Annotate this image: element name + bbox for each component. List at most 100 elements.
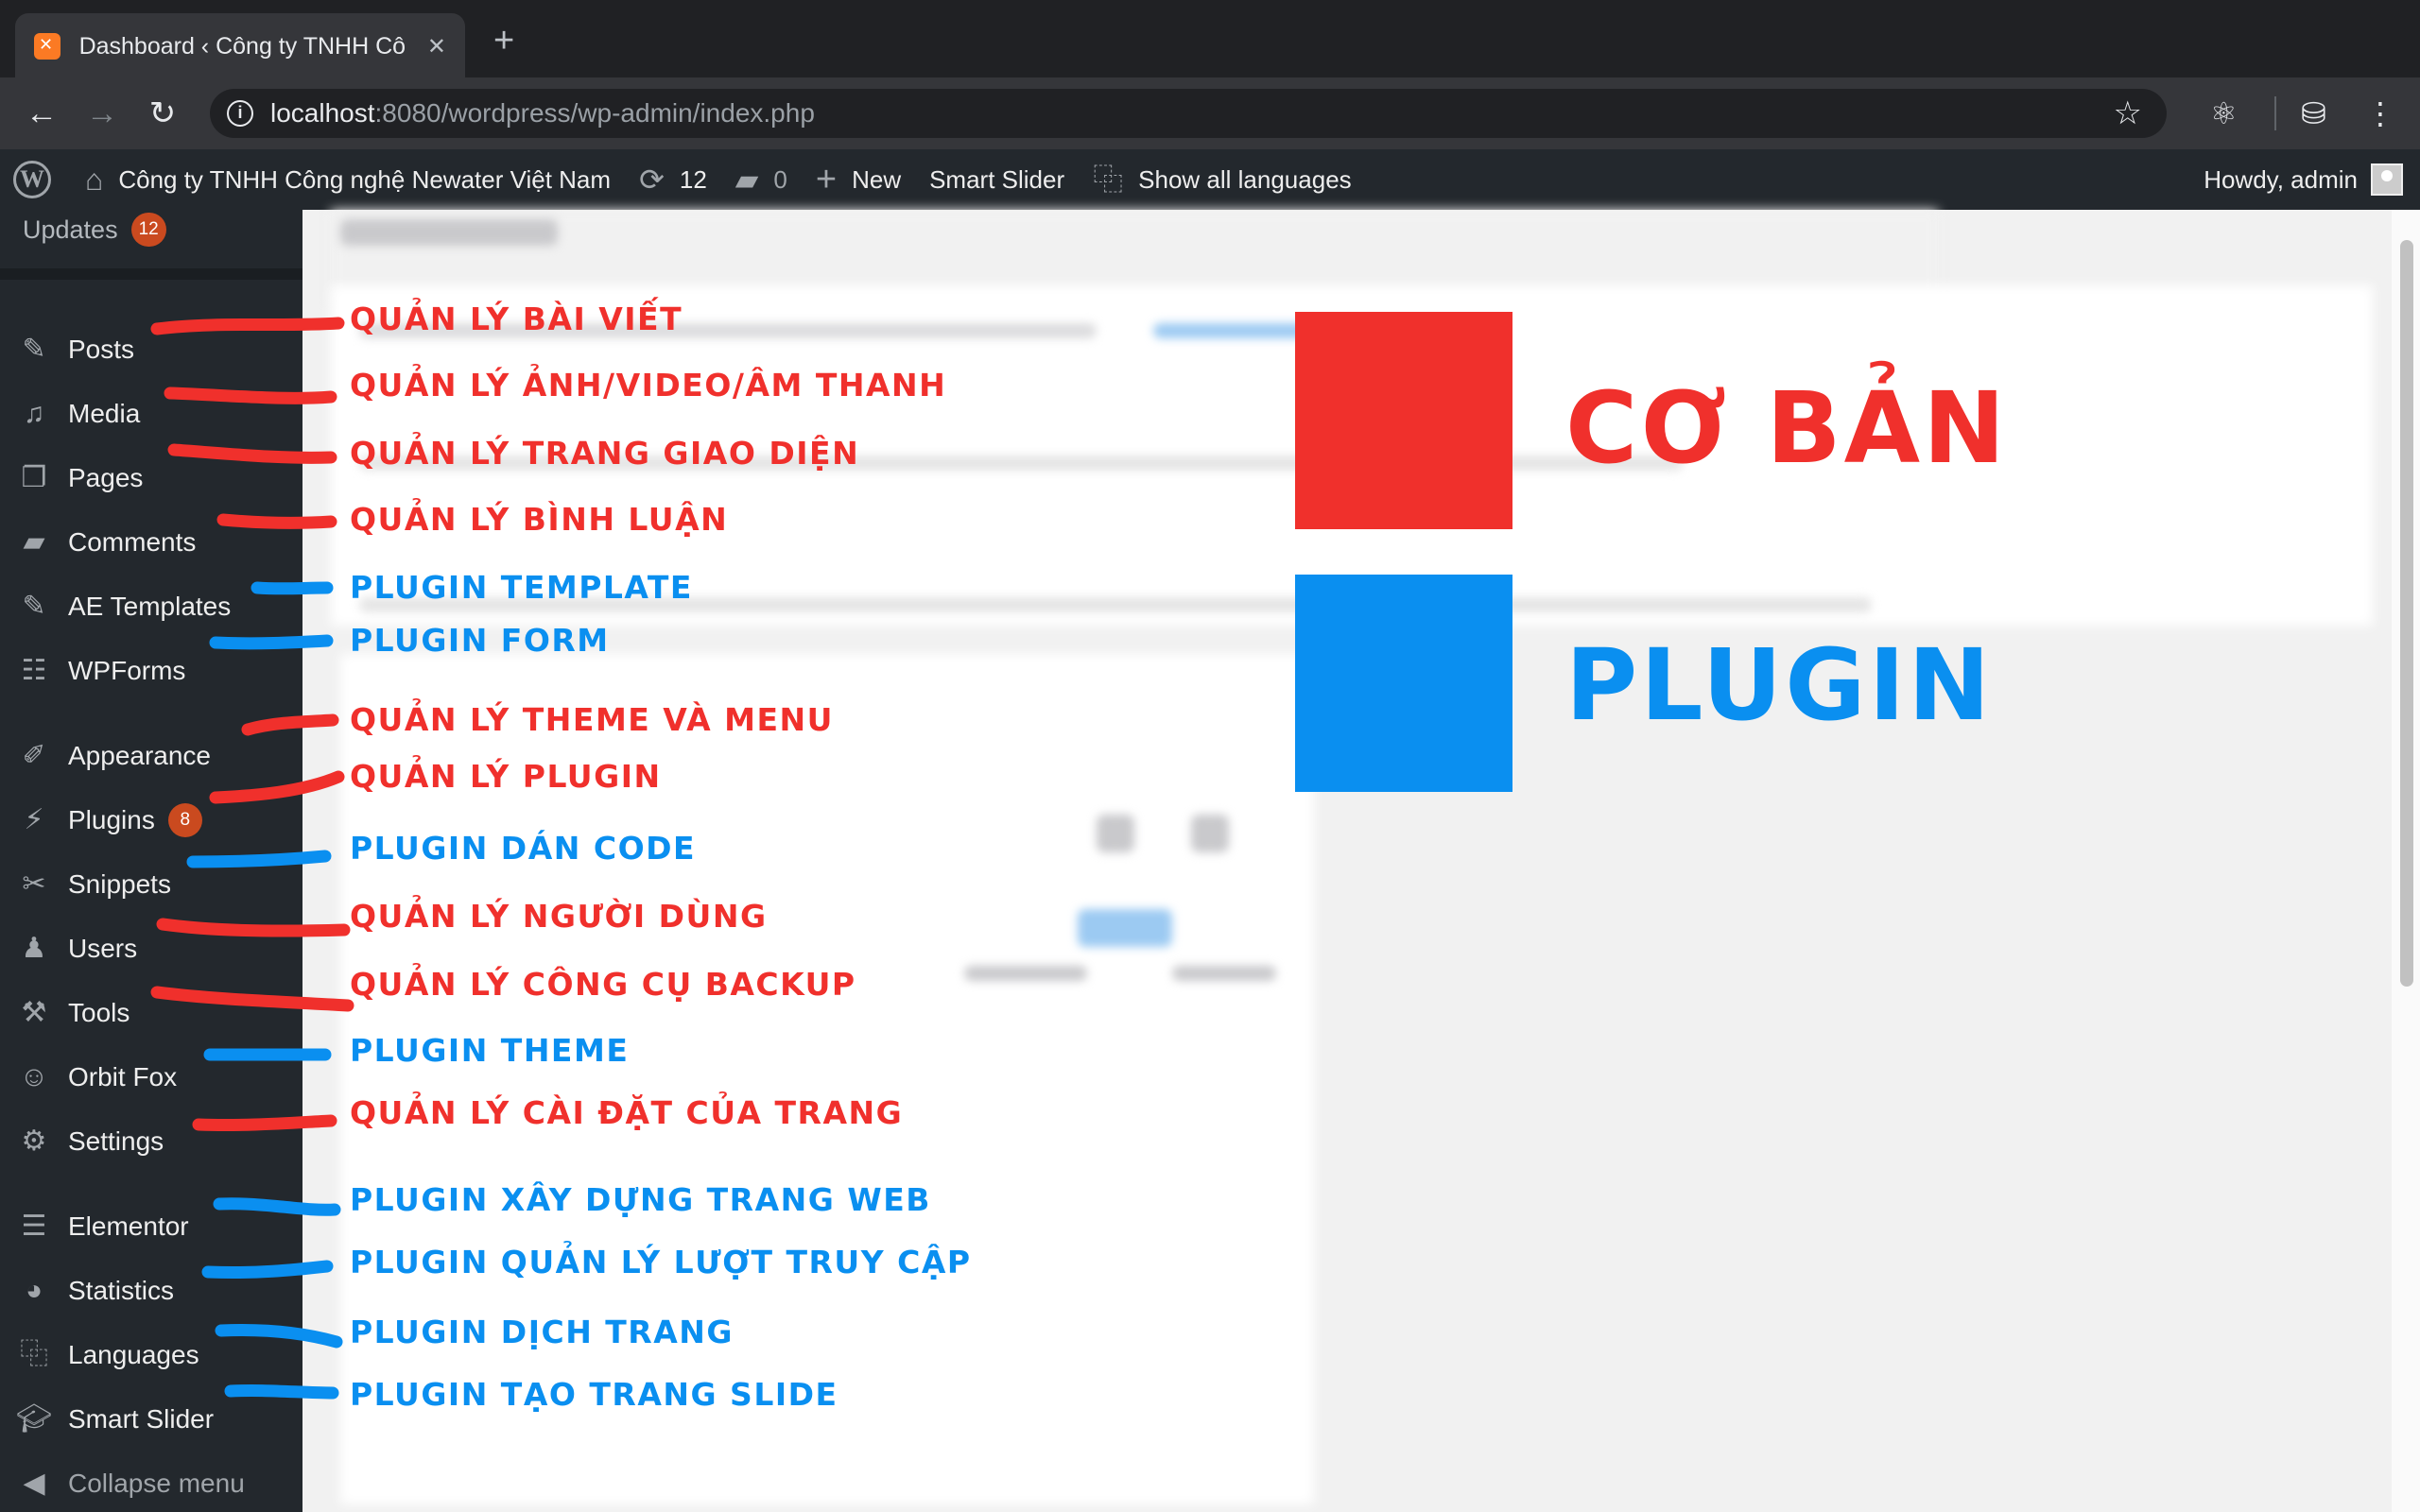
smart-slider-label: Smart Slider (929, 164, 1065, 194)
sidebar-item-label: Tools (68, 998, 130, 1027)
sidebar-item-orbit-fox[interactable]: ☺ Orbit Fox (0, 1051, 302, 1104)
plugins-badge: 8 (167, 803, 202, 837)
elementor-icon: ☰ (21, 1211, 47, 1242)
sidebar-item-smart-slider[interactable]: 🎓︎ Smart Slider (0, 1393, 302, 1446)
sidebar-item-label: Appearance (68, 741, 212, 770)
dashboard-content-blurred (302, 210, 2392, 1512)
address-bar[interactable]: i localhost:8080/wordpress/wp-admin/inde… (210, 89, 2167, 138)
back-arrow-icon[interactable]: ← (21, 93, 62, 134)
scissors-icon: ✂ (22, 868, 46, 900)
plugin-icon: ⚡ (24, 804, 44, 835)
page-scrollbar[interactable] (2392, 210, 2420, 1512)
comment-bubble-icon: ▰ (735, 163, 759, 197)
collapse-label: Collapse menu (68, 1469, 245, 1498)
scroll-thumb[interactable] (2400, 240, 2413, 987)
pin-icon: ✎ (22, 334, 46, 365)
media-icon: ♫ (23, 398, 45, 429)
browser-tabstrip: Dashboard ‹ Công ty TNHH Cô ✕ + (0, 0, 2420, 79)
home-icon: ⌂ (85, 163, 104, 197)
updates-link[interactable]: ⟳ 12 (639, 164, 707, 195)
user-icon: ♟ (21, 933, 47, 964)
sidebar-item-label: Settings (68, 1126, 164, 1156)
url-host: localhost (270, 98, 375, 128)
user-account-menu[interactable]: Howdy, admin (2204, 149, 2403, 210)
sidebar-item-languages[interactable]: ⿻ Languages (0, 1329, 302, 1382)
xampp-favicon-icon (34, 33, 60, 60)
new-content-link[interactable]: + New (816, 162, 901, 198)
collapse-menu-button[interactable]: ◀ Collapse menu (0, 1457, 302, 1510)
sidebar-item-elementor[interactable]: ☰ Elementor (0, 1200, 302, 1253)
site-name-link[interactable]: ⌂ Công ty TNHH Công nghệ Newater Việt Na… (85, 164, 611, 195)
incognito-icon[interactable]: ⛁ (2301, 94, 2326, 132)
sidebar-item-statistics[interactable]: ◕ Statistics (0, 1264, 302, 1317)
menu-kebab-icon[interactable]: ⋮ (2365, 94, 2395, 132)
plus-icon: + (815, 160, 838, 199)
sidebar-item-updates[interactable]: Updates 12 (23, 210, 166, 249)
pages-icon: ❐ (21, 462, 47, 493)
sidebar-item-settings[interactable]: ⚙ Settings (0, 1115, 302, 1168)
react-devtools-icon[interactable]: ⚛ (2210, 94, 2238, 132)
browser-tab-dashboard[interactable]: Dashboard ‹ Công ty TNHH Cô ✕ (15, 13, 465, 79)
blurred-line (359, 323, 1097, 338)
blurred-line (359, 597, 1872, 612)
smart-slider-link[interactable]: Smart Slider (929, 165, 1064, 195)
sidebar-item-ae-templates[interactable]: ✎ AE Templates (0, 580, 302, 633)
tab-close-icon[interactable]: ✕ (427, 33, 446, 60)
sidebar-item-snippets[interactable]: ✂ Snippets (0, 858, 302, 911)
sidebar-item-label: Plugins (68, 805, 155, 834)
sidebar-item-users[interactable]: ♟ Users (0, 922, 302, 975)
blurred-line (1191, 815, 1229, 852)
wordpress-logo-icon[interactable]: W (13, 161, 51, 198)
blurred-title (340, 219, 558, 246)
fox-icon: ☺ (19, 1061, 49, 1092)
admin-sidebar: Updates 12 ✎ Posts ♫ Media ❐ Pages ▰ Com… (0, 210, 302, 1512)
sidebar-item-tools[interactable]: ⚒ Tools (0, 987, 302, 1040)
translate-icon: ⿻ (1093, 163, 1124, 197)
wrench-icon: ⚒ (21, 997, 47, 1028)
sidebar-item-posts[interactable]: ✎ Posts (0, 323, 302, 376)
sidebar-item-pages[interactable]: ❐ Pages (0, 452, 302, 505)
sidebar-item-label: Smart Slider (68, 1404, 215, 1434)
blurred-link (1078, 909, 1172, 947)
comment-icon: ▰ (23, 526, 45, 558)
sidebar-separator (0, 268, 302, 280)
collapse-arrow-icon: ◀ (23, 1468, 45, 1499)
sidebar-item-wpforms[interactable]: ☷ WPForms (0, 644, 302, 697)
show-languages-link[interactable]: ⿻ Show all languages (1093, 164, 1352, 195)
sidebar-item-label: Comments (68, 527, 197, 557)
avatar (2371, 163, 2403, 196)
sidebar-item-appearance[interactable]: ✐ Appearance (0, 730, 302, 782)
reload-icon[interactable]: ↻ (142, 93, 183, 134)
brush-icon: ✐ (22, 740, 46, 771)
sidebar-item-comments[interactable]: ▰ Comments (0, 516, 302, 569)
form-icon: ☷ (21, 655, 47, 686)
sidebar-item-label: Elementor (68, 1211, 189, 1241)
blurred-link (1153, 323, 1342, 338)
mortarboard-icon: 🎓︎ (15, 1403, 53, 1435)
settings-icon: ⚙ (21, 1125, 47, 1157)
sidebar-item-label: Orbit Fox (68, 1062, 178, 1091)
wp-admin-bar: W ⌂ Công ty TNHH Công nghệ Newater Việt … (0, 149, 2420, 210)
sidebar-item-media[interactable]: ♫ Media (0, 387, 302, 440)
updates-count: 12 (679, 164, 707, 194)
sidebar-item-label: Users (68, 934, 138, 963)
tab-title: Dashboard ‹ Công ty TNHH Cô (78, 32, 406, 60)
comments-count: 0 (773, 164, 787, 194)
sidebar-item-label: Snippets (68, 869, 171, 899)
blurred-line (964, 966, 1087, 981)
sidebar-item-label: Languages (68, 1340, 199, 1369)
site-info-icon[interactable]: i (227, 100, 253, 127)
translate-icon: ⿻ (20, 1339, 48, 1370)
sidebar-item-label: WPForms (68, 656, 186, 685)
sidebar-item-plugins[interactable]: ⚡ Plugins 8 (0, 794, 302, 847)
bookmark-star-icon[interactable]: ☆ (2114, 94, 2142, 132)
forward-arrow-icon[interactable]: → (81, 93, 123, 134)
new-label: New (852, 164, 902, 194)
url-path: :8080/wordpress/wp-admin/index.php (374, 98, 815, 128)
updates-label: Updates (23, 215, 118, 244)
sidebar-item-label: Statistics (68, 1276, 175, 1305)
comments-link[interactable]: ▰ 0 (735, 164, 787, 195)
updates-badge: 12 (130, 213, 166, 247)
site-name: Công ty TNHH Công nghệ Newater Việt Nam (118, 164, 612, 194)
new-tab-button[interactable]: + (493, 23, 514, 59)
